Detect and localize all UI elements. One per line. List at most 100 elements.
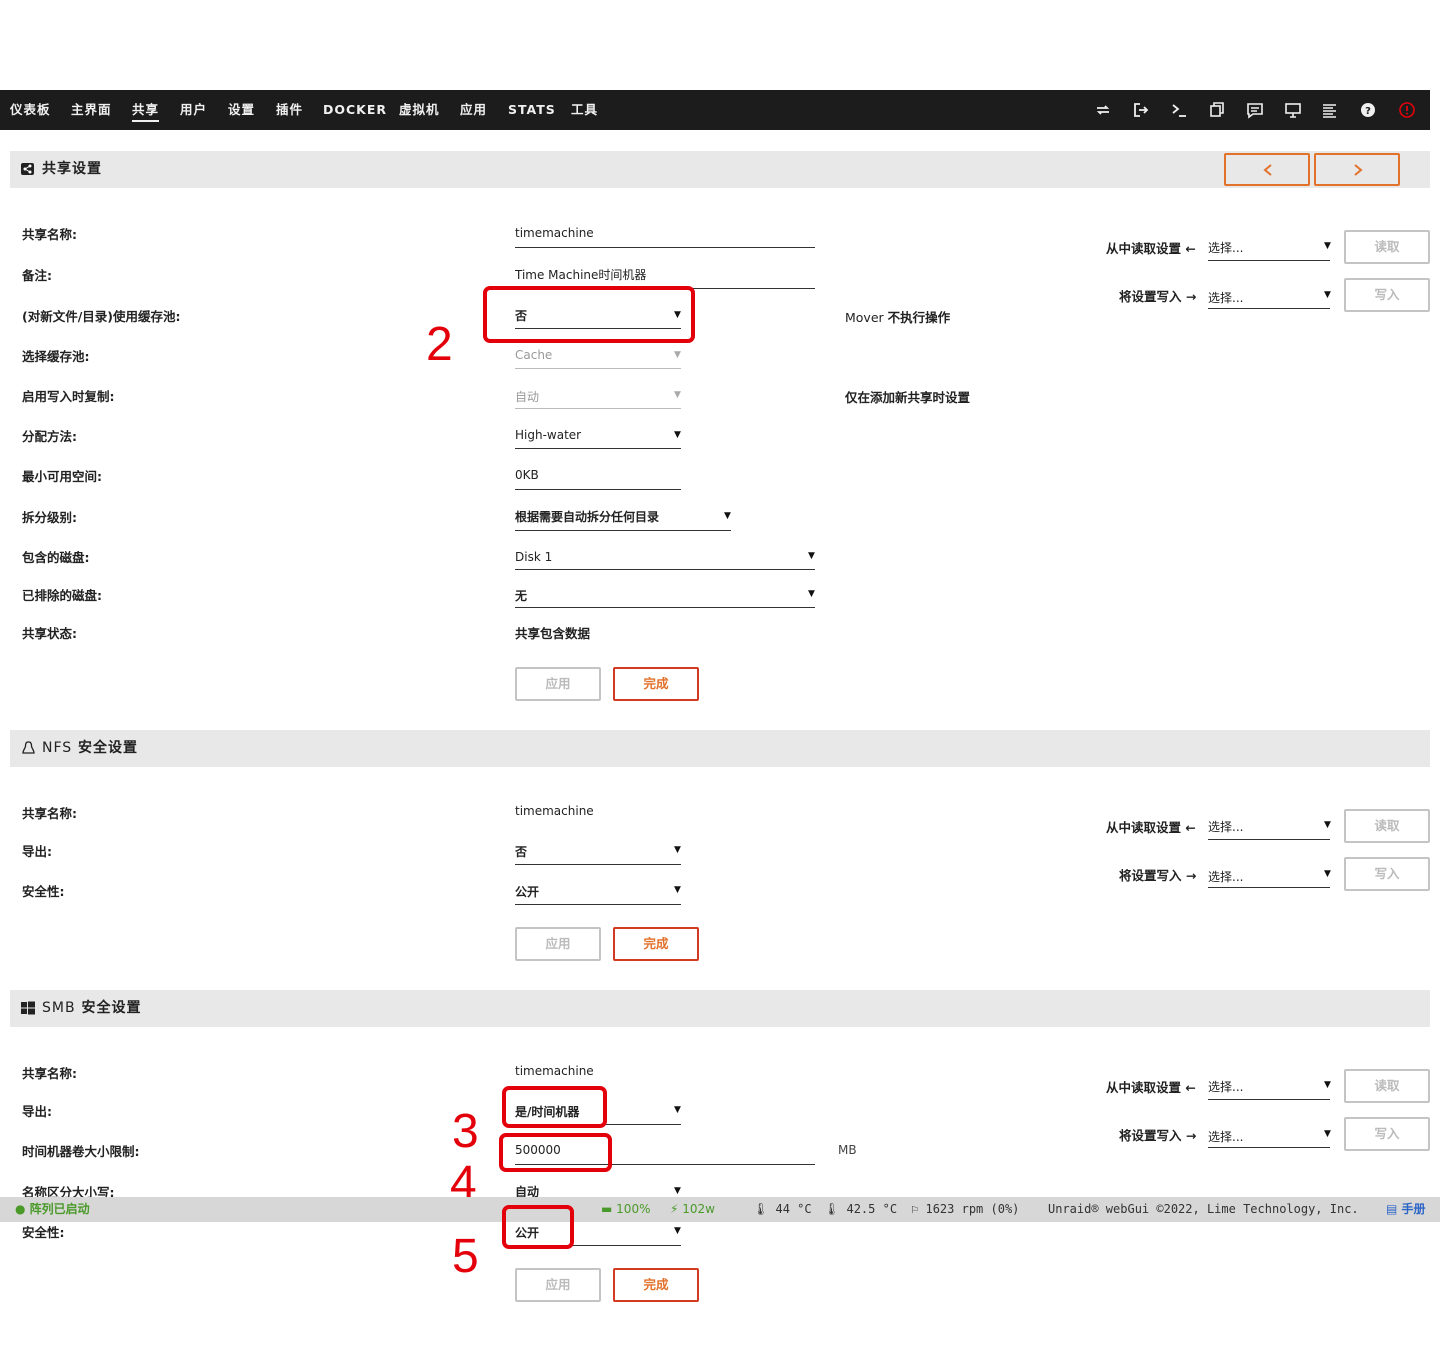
smb-write-settings-label: 将设置写入 →: [1119, 1128, 1197, 1143]
share-icon: [20, 161, 36, 177]
nfs-read-button[interactable]: 读取: [1344, 809, 1430, 843]
chevron-down-icon: ▼: [674, 885, 681, 895]
read-button[interactable]: 读取: [1344, 230, 1430, 264]
windows-icon: [20, 1000, 36, 1016]
status-bar: ● 阵列已启动 ▬ 100% ⚡ 102w 🌡 44 °C 🌡 42.5 °C …: [0, 1197, 1440, 1222]
thermometer-icon: 🌡: [824, 1202, 840, 1216]
logout-icon[interactable]: [1132, 101, 1150, 119]
smb-read-button[interactable]: 读取: [1344, 1069, 1430, 1103]
write-button[interactable]: 写入: [1344, 278, 1430, 312]
use-cache-label: (对新文件/目录)使用缓存池:: [22, 309, 181, 324]
nfs-read-settings-select[interactable]: 选择...: [1208, 818, 1243, 835]
annotation-box-3: [502, 1086, 607, 1128]
smb-security-label: 安全性:: [22, 1225, 65, 1240]
array-status: ● 阵列已启动: [15, 1202, 90, 1216]
nav-plugins[interactable]: 插件: [276, 90, 303, 130]
nfs-export-select[interactable]: 否: [515, 843, 527, 860]
chevron-down-icon: ▼: [808, 589, 815, 599]
annotation-number-5: 5: [452, 1230, 479, 1283]
sync-icon[interactable]: [1094, 101, 1112, 119]
apply-button[interactable]: 应用: [515, 667, 601, 701]
nav-users[interactable]: 用户: [180, 90, 207, 130]
nfs-write-settings-label: 将设置写入 →: [1119, 868, 1197, 883]
chevron-down-icon: ▼: [674, 390, 681, 400]
manual-link[interactable]: ▤ 手册: [1386, 1197, 1426, 1222]
arrow-right-icon: →: [1185, 868, 1197, 883]
nfs-write-button[interactable]: 写入: [1344, 857, 1430, 891]
nfs-write-settings-select[interactable]: 选择...: [1208, 868, 1243, 885]
log-icon[interactable]: [1321, 101, 1339, 119]
prev-share-button[interactable]: [1224, 153, 1310, 186]
allocation-label: 分配方法:: [22, 429, 77, 444]
read-settings-label: 从中读取设置 ←: [1106, 241, 1196, 256]
nfs-done-button[interactable]: 完成: [613, 927, 699, 961]
monitor-icon[interactable]: [1284, 101, 1302, 119]
allocation-select[interactable]: High-water: [515, 428, 581, 442]
next-share-button[interactable]: [1314, 153, 1400, 186]
nav-settings[interactable]: 设置: [228, 90, 255, 130]
nfs-security-select[interactable]: 公开: [515, 883, 539, 900]
nav-stats[interactable]: STATS: [508, 90, 556, 130]
excluded-disks-select[interactable]: 无: [515, 587, 527, 604]
done-button[interactable]: 完成: [613, 667, 699, 701]
chevron-down-icon: ▼: [1324, 290, 1331, 300]
nav-main[interactable]: 主界面: [71, 90, 112, 130]
share-status-value: 共享包含数据: [515, 626, 591, 641]
included-disks-select[interactable]: Disk 1: [515, 550, 552, 564]
smb-share-name-value: timemachine: [515, 1064, 594, 1078]
chevron-down-icon: ▼: [1324, 1129, 1331, 1139]
copy-icon[interactable]: [1208, 101, 1226, 119]
read-settings-select[interactable]: 选择...: [1208, 239, 1243, 256]
section-title: NFS 安全设置: [42, 740, 139, 756]
split-level-select[interactable]: 根据需要自动拆分任何目录: [515, 508, 659, 525]
chevron-down-icon: ▼: [1324, 820, 1331, 830]
section-title: 共享设置: [42, 161, 102, 177]
smb-done-button[interactable]: 完成: [613, 1268, 699, 1302]
smb-write-settings-select[interactable]: 选择...: [1208, 1128, 1243, 1145]
temp-board: 🌡 42.5 °C: [824, 1202, 898, 1216]
cow-select: 自动: [515, 390, 540, 404]
excluded-disks-label: 已排除的磁盘:: [22, 588, 102, 603]
temp-cpu: 🌡 44 °C: [753, 1202, 812, 1216]
book-icon: ▤: [1386, 1202, 1398, 1216]
power-icon[interactable]: [1398, 101, 1416, 119]
split-level-label: 拆分级别:: [22, 510, 77, 525]
chevron-down-icon: ▼: [674, 350, 681, 360]
write-settings-select[interactable]: 选择...: [1208, 289, 1243, 306]
cache-pool-select: Cache: [515, 348, 553, 362]
share-name-input[interactable]: timemachine: [515, 226, 594, 240]
arrow-right-icon: →: [1185, 1128, 1197, 1143]
help-icon[interactable]: ?: [1359, 101, 1377, 119]
smb-write-button[interactable]: 写入: [1344, 1117, 1430, 1151]
nav-apps[interactable]: 应用: [460, 90, 487, 130]
terminal-icon[interactable]: [1170, 101, 1188, 119]
smb-read-settings-select[interactable]: 选择...: [1208, 1078, 1243, 1095]
min-free-input[interactable]: 0KB: [515, 468, 539, 482]
comment-input[interactable]: Time Machine时间机器: [515, 266, 646, 283]
annotation-box-2: [483, 286, 695, 343]
nav-tools[interactable]: 工具: [571, 90, 598, 130]
arrow-left-icon: ←: [1185, 241, 1196, 256]
nfs-apply-button[interactable]: 应用: [515, 927, 601, 961]
nav-shares[interactable]: 共享: [132, 90, 160, 130]
chevron-down-icon: ▼: [674, 1105, 681, 1115]
nav-dashboard[interactable]: 仪表板: [10, 90, 51, 130]
fan-speed: ⚐ 1623 rpm (0%): [911, 1202, 1020, 1216]
min-free-label: 最小可用空间:: [22, 469, 102, 484]
annotation-number-2: 2: [426, 318, 453, 371]
chevron-down-icon: ▼: [808, 551, 815, 561]
battery-status: ▬ 100%: [601, 1202, 651, 1216]
nav-vms[interactable]: 虚拟机: [399, 90, 440, 130]
section-title: SMB 安全设置: [42, 1000, 142, 1016]
tm-limit-unit: MB: [838, 1143, 857, 1157]
annotation-box-4: [499, 1133, 612, 1172]
svg-text:?: ?: [1365, 106, 1371, 117]
nav-docker[interactable]: DOCKER: [323, 90, 387, 130]
top-nav: 仪表板 主界面 共享 用户 设置 插件 DOCKER 虚拟机 应用 STATS …: [0, 90, 1430, 130]
included-disks-label: 包含的磁盘:: [22, 550, 90, 565]
smb-apply-button[interactable]: 应用: [515, 1268, 601, 1302]
chevron-down-icon: ▼: [674, 1226, 681, 1236]
message-icon[interactable]: [1246, 101, 1264, 119]
smb-share-name-label: 共享名称:: [22, 1066, 77, 1081]
share-name-label: 共享名称:: [22, 227, 77, 242]
